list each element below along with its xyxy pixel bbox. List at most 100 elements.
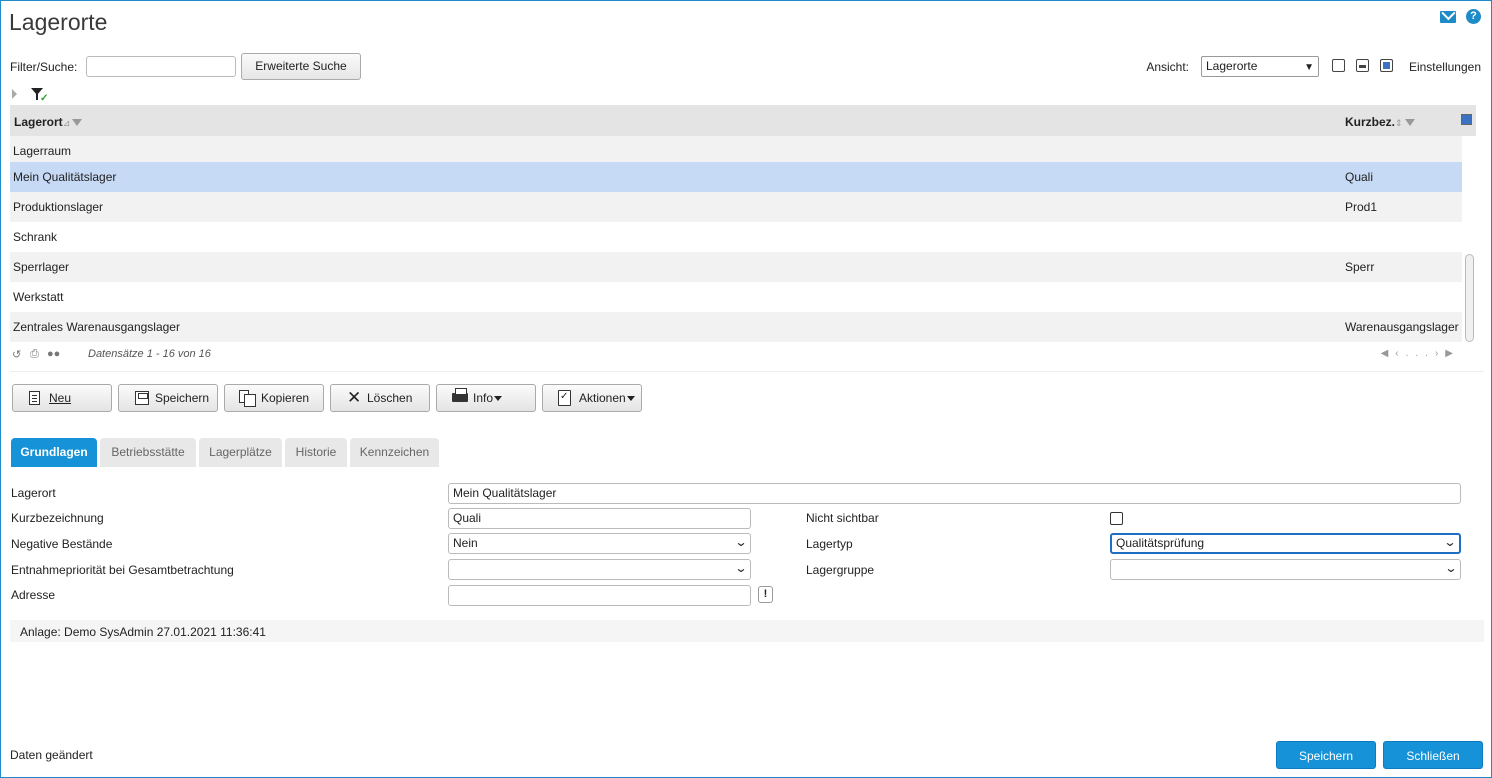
lagergruppe-label: Lagergruppe	[806, 563, 875, 577]
new-button-label: Neu	[49, 391, 72, 405]
audit-text: Anlage: Demo SysAdmin 27.01.2021 11:36:4…	[20, 625, 266, 639]
export-icon[interactable]: ●●	[47, 348, 60, 360]
copy-icon	[239, 390, 256, 407]
next-page-icon[interactable]: ›	[1435, 348, 1445, 359]
entnahmeprioritaet-select[interactable]: ⌄	[448, 559, 751, 580]
entnahmeprioritaet-label: Entnahmepriorität bei Gesamtbetrachtung	[11, 563, 234, 577]
first-page-icon[interactable]: ◀	[1381, 348, 1396, 359]
scrollbar-thumb[interactable]	[1465, 254, 1474, 342]
cell-lagerort: Schrank	[13, 230, 58, 244]
nicht-sichtbar-label: Nicht sichtbar	[806, 511, 879, 525]
tab-betriebsstaette[interactable]: Betriebsstätte	[100, 438, 196, 467]
prev-page-icon[interactable]: ‹	[1395, 348, 1405, 359]
column-chooser-icon[interactable]	[1461, 114, 1472, 125]
adresse-label: Adresse	[11, 588, 56, 602]
table-row[interactable]: Schrank	[10, 222, 1462, 252]
lagerort-field[interactable]: Mein Qualitätslager	[448, 483, 1461, 504]
filter-bar: Filter/Suche: Erweiterte Suche Ansicht: …	[10, 53, 1481, 81]
tab-historie[interactable]: Historie	[285, 438, 347, 467]
tab-grundlagen[interactable]: Grundlagen	[11, 438, 97, 467]
save-button-label: Speichern	[155, 391, 210, 405]
kurzbezeichnung-field[interactable]: Quali	[448, 508, 751, 529]
lagertyp-select[interactable]: Qualitätsprüfung ⌄	[1110, 533, 1461, 554]
close-button[interactable]: Schließen	[1383, 741, 1483, 769]
clipboard-check-icon	[558, 390, 571, 406]
record-count: Datensätze 1 - 16 von 16	[88, 348, 211, 360]
save-button[interactable]: Speichern	[1276, 741, 1376, 769]
sort-asc-icon[interactable]: ⊿	[63, 118, 71, 129]
last-page-icon[interactable]: ▶	[1445, 348, 1460, 359]
cell-kurzbez: Warenausgangslager	[1345, 320, 1459, 334]
filter-search-input[interactable]	[86, 56, 236, 77]
column-header-label: Lagerort	[14, 115, 63, 129]
help-icon[interactable]: ?	[1466, 9, 1481, 24]
cell-lagerort: Zentrales Warenausgangslager	[13, 320, 180, 334]
negative-bestaende-select[interactable]: Nein ⌄	[448, 533, 751, 554]
printer-icon	[452, 388, 468, 402]
extended-search-button[interactable]: Erweiterte Suche	[241, 53, 361, 80]
page-title: Lagerorte	[9, 9, 108, 35]
save-toolbar-button[interactable]: Speichern	[118, 384, 218, 412]
column-header-lagerort[interactable]: Lagerort⊿	[14, 115, 83, 129]
actions-label-text: Aktionen	[579, 391, 626, 405]
cell-lagerort: Mein Qualitätslager	[13, 170, 117, 184]
view-layout-split-icon[interactable]	[1356, 59, 1369, 72]
pager-nav: ◀‹...›▶	[1381, 348, 1460, 359]
view-select[interactable]: Lagerorte ▼	[1201, 56, 1319, 77]
cell-lagerort: Werkstatt	[13, 290, 64, 304]
table-row[interactable]: Werkstatt	[10, 282, 1462, 312]
sort-icon[interactable]: ⇕	[1395, 118, 1403, 129]
adresse-exclamation-button[interactable]: !	[758, 586, 773, 603]
column-header-label: Kurzbez.	[1345, 115, 1396, 129]
info-dropdown-button[interactable]: Info	[436, 384, 536, 412]
check-icon: ✓	[40, 93, 49, 104]
view-select-value: Lagerorte	[1206, 59, 1258, 73]
view-layout-list-icon[interactable]	[1332, 59, 1345, 72]
close-icon: ✕	[347, 388, 362, 407]
grid-body: Lagerraum Mein Qualitätslager Quali Prod…	[10, 136, 1462, 343]
adresse-field[interactable]	[448, 585, 751, 606]
tab-lagerplaetze[interactable]: Lagerplätze	[199, 438, 282, 467]
chevron-down-icon: ⌄	[734, 561, 748, 575]
document-icon	[29, 391, 40, 405]
table-row[interactable]: Sperrlager Sperr	[10, 252, 1462, 282]
lagerorte-grid: Lagerort⊿ Kurzbez.⇕ Lagerraum Mein Quali…	[10, 105, 1476, 345]
grid-scrollbar[interactable]	[1462, 136, 1476, 343]
table-row[interactable]: Produktionslager Prod1	[10, 192, 1462, 222]
lagerort-label: Lagerort	[11, 486, 56, 500]
new-button[interactable]: Neu	[12, 384, 112, 412]
tab-kennzeichen[interactable]: Kennzeichen	[350, 438, 439, 467]
print-icon[interactable]: ⎙	[30, 348, 39, 361]
grid-header: Lagerort⊿ Kurzbez.⇕	[10, 105, 1476, 136]
mail-icon[interactable]	[1440, 11, 1456, 23]
grid-tools: ✓	[10, 87, 70, 104]
cell-kurzbez: Sperr	[1345, 260, 1375, 274]
nicht-sichtbar-checkbox[interactable]	[1110, 512, 1123, 525]
expand-triangle-icon[interactable]	[12, 89, 17, 99]
chevron-down-icon: ⌄	[734, 535, 748, 549]
copy-button-label: Kopieren	[261, 391, 310, 405]
delete-button[interactable]: ✕ Löschen	[330, 384, 430, 412]
column-header-kurzbez[interactable]: Kurzbez.⇕	[1345, 115, 1415, 129]
lagergruppe-select[interactable]: ⌄	[1110, 559, 1461, 580]
kurzbezeichnung-label: Kurzbezeichnung	[11, 511, 104, 525]
lagertyp-value: Qualitätsprüfung	[1116, 536, 1205, 550]
refresh-icon[interactable]: ↺	[12, 348, 21, 361]
view-layout-detail-icon[interactable]	[1380, 59, 1393, 72]
table-row[interactable]: Zentrales Warenausgangslager Warenausgan…	[10, 312, 1462, 342]
actions-button-label: Aktionen	[579, 385, 635, 411]
grid-pager: ↺ ⎙ ●● Datensätze 1 - 16 von 16 ◀‹...›▶	[10, 346, 1476, 364]
actions-dropdown-button[interactable]: Aktionen	[542, 384, 642, 412]
settings-link[interactable]: Einstellungen	[1409, 60, 1481, 74]
cell-lagerort: Produktionslager	[13, 200, 104, 214]
floppy-icon	[135, 391, 149, 405]
column-filter-icon[interactable]	[1404, 119, 1415, 127]
filter-label: Filter/Suche:	[10, 60, 78, 74]
table-row[interactable]: Mein Qualitätslager Quali	[10, 162, 1462, 192]
column-filter-icon[interactable]	[72, 119, 83, 127]
chevron-down-icon: ▼	[1304, 62, 1314, 73]
copy-button[interactable]: Kopieren	[224, 384, 324, 412]
status-text: Daten geändert	[10, 748, 93, 762]
caret-down-icon	[494, 396, 503, 402]
page-ellipsis: ...	[1405, 348, 1435, 359]
